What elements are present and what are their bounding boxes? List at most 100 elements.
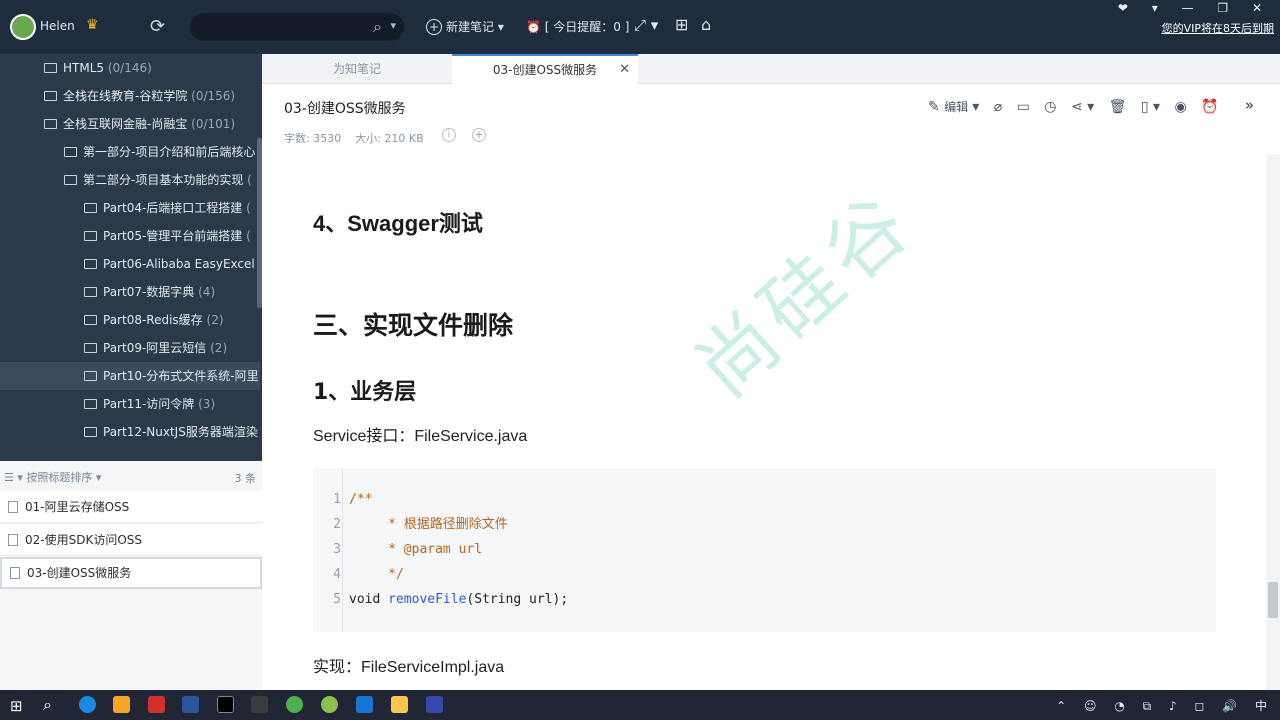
username[interactable]: Helen [40, 19, 75, 33]
tree-item-count: (2) [206, 313, 224, 327]
reminder-icon[interactable]: ⏰ [1201, 99, 1218, 115]
windows-start-icon[interactable]: ⊞ [10, 697, 23, 715]
weibo-icon[interactable]: ◉ [1174, 99, 1186, 115]
home-icon[interactable]: ⌂ [701, 15, 711, 34]
tree-item[interactable]: Part12-NuxtJS服务器端渲染 [84, 418, 260, 446]
line-number: 5 [333, 592, 341, 607]
code-block[interactable]: 1 /** 2 * 根据路径删除文件 3 * @param url 4 */ 5v… [313, 468, 1216, 632]
note-title[interactable]: 03-创建OSS微服务 [284, 98, 406, 118]
list-item-selected[interactable]: 03-创建OSS微服务 [0, 557, 262, 589]
more-icon[interactable]: » [1245, 96, 1254, 114]
read-mode-icon[interactable]: ▯ ▾ [1141, 99, 1160, 115]
app-icon[interactable] [148, 696, 165, 713]
code-line: 3 * @param url [313, 538, 482, 562]
reminder-button[interactable]: ⏰ [ 今日提醒：0 ] [526, 18, 629, 35]
tab-current-note[interactable]: 03-创建OSS微服务 ✕ [452, 54, 638, 84]
tree-item-count: (0/156) [191, 89, 236, 103]
add-tag-icon[interactable]: + [472, 128, 486, 142]
tree-item[interactable]: Part04-后端接口工程搭建 ( [84, 194, 260, 222]
code-line: 1 /** [313, 488, 372, 512]
folder-icon [84, 203, 97, 213]
tree-item-label: Part08-Redis缓存 [103, 313, 203, 327]
tree-item[interactable]: Part08-Redis缓存 (2) [84, 306, 224, 334]
window-controls[interactable]: ❤ ▾ — ❐ ✕ [1118, 1, 1272, 15]
share-icon[interactable]: ⋖ ▾ [1071, 99, 1094, 115]
history-icon[interactable]: ◷ [1044, 99, 1056, 115]
chrome-icon[interactable] [286, 696, 303, 713]
tree-item-count: (3) [198, 397, 216, 411]
new-note-button[interactable]: + 新建笔记 ▾ [426, 18, 504, 35]
app-icon[interactable] [113, 696, 130, 713]
list-item[interactable]: 01-阿里云存储OSS [0, 491, 262, 523]
tree-item-label: 第二部分-项目基本功能的实现 [83, 173, 244, 187]
tree-item-label: Part10-分布式文件系统-阿里 [103, 369, 259, 383]
list-item[interactable]: 02-使用SDK访问OSS [0, 524, 262, 556]
app-window: Helen ♛ ⟳ ⌕ ▾ + 新建笔记 ▾ ⏰ [ 今日提醒：0 ] ⤢ ▾ ⊞… [0, 0, 1280, 720]
scrollbar-thumb[interactable] [1268, 582, 1278, 618]
vscode-icon[interactable] [356, 696, 373, 713]
search-icon[interactable]: ⌕ [373, 17, 382, 37]
tree-item[interactable]: Part11-访问令牌 (3) [84, 390, 215, 418]
intellij-icon[interactable] [217, 696, 234, 713]
app-icon[interactable] [426, 696, 443, 713]
tree-item[interactable]: 第二部分-项目基本功能的实现 ( [64, 166, 260, 194]
tree-item-count: (4) [198, 285, 216, 299]
word-icon[interactable] [182, 696, 199, 713]
system-tray[interactable]: ⌃ ☺ ◔ ⧉ ♪ ◻ 🔊 中 [1056, 697, 1274, 714]
code-text: /** [349, 492, 373, 507]
folder-tree: HTML5 (0/146) 全栈在线教育-谷粒学院 (0/156) 全栈互联网金… [0, 54, 262, 459]
edit-button[interactable]: ✎ 编辑 ▾ [928, 98, 979, 115]
avatar[interactable] [10, 14, 36, 40]
expand-icon[interactable]: ⤢ ▾ [634, 16, 658, 34]
apps-grid-icon[interactable]: ⊞ [675, 15, 688, 34]
tree-item[interactable]: 全栈在线教育-谷粒学院 (0/156) [44, 82, 235, 110]
tree-item[interactable]: Part07-数据字典 (4) [84, 278, 215, 306]
close-icon[interactable]: ✕ [619, 56, 630, 84]
sort-dropdown[interactable]: ☰ ▾ 按照标题排序 ▾ [4, 469, 101, 485]
search-box[interactable]: ⌕ ▾ [190, 13, 404, 41]
terminal-icon[interactable] [251, 696, 268, 713]
tree-item[interactable]: HTML5 (0/146) [44, 54, 152, 82]
tree-item[interactable]: Part06-Alibaba EasyExcel ( [84, 250, 260, 278]
folder-icon [84, 315, 97, 325]
comment-icon[interactable]: ▭ [1017, 99, 1030, 115]
service-interface-line: Service接口：FileService.java [313, 428, 528, 445]
content-scrollbar[interactable] [1266, 154, 1280, 690]
tab-wiznote[interactable]: 为知笔记 [262, 54, 452, 84]
tree-item-label: Part05-管理平台前端搭建 [103, 229, 243, 243]
chevron-down-icon[interactable]: ▾ [390, 19, 396, 32]
folder-icon [44, 63, 57, 73]
tree-item-active[interactable]: Part10-分布式文件系统-阿里 [0, 362, 260, 390]
tree-item-label: Part07-数据字典 [103, 285, 195, 299]
folder-icon [84, 259, 97, 269]
info-icon[interactable]: i [442, 128, 456, 142]
tree-item[interactable]: Part09-阿里云短信 (2) [84, 334, 227, 362]
search-icon[interactable]: ⌕ [43, 695, 52, 715]
code-text: * @param url [349, 542, 483, 557]
folder-icon [84, 231, 97, 241]
note-list: ☰ ▾ 按照标题排序 ▾ 3 条 01-阿里云存储OSS 02-使用SDK访问O… [0, 461, 262, 690]
folder-icon [84, 287, 97, 297]
note-count: 3 条 [234, 472, 257, 485]
folder-icon [84, 371, 97, 381]
tree-item-label: 全栈在线教育-谷粒学院 [63, 89, 188, 103]
browser-icon[interactable] [79, 696, 96, 713]
tree-item-label: 第一部分-项目介绍和前后端核心 [83, 145, 256, 159]
tree-item[interactable]: 全栈互联网金融-尚融宝 (0/101) [44, 110, 235, 138]
file-size: 大小: 210 KB [355, 132, 424, 145]
attachment-icon[interactable]: ⌀ [994, 99, 1002, 115]
note-content[interactable]: 尚硅谷 4、Swagger测试 三、实现文件删除 1、业务层 Service接口… [262, 154, 1266, 690]
sidebar: HTML5 (0/146) 全栈在线教育-谷粒学院 (0/156) 全栈互联网金… [0, 54, 262, 690]
new-note-label: 新建笔记 [446, 20, 495, 34]
note-header: 03-创建OSS微服务 字数: 3530 大小: 210 KB i + ✎ 编辑 ▾… [262, 84, 1280, 154]
delete-icon[interactable]: 🗑 [1109, 99, 1127, 115]
app-icon[interactable] [321, 696, 338, 713]
folder-icon[interactable] [391, 696, 408, 713]
tree-item[interactable]: Part05-管理平台前端搭建 ( [84, 222, 260, 250]
tree-item[interactable]: 第一部分-项目介绍和前后端核心 [64, 138, 256, 166]
sync-icon[interactable]: ⟳ [150, 16, 165, 37]
vip-notice-link[interactable]: 您的VIP将在8天后到期 [1162, 20, 1274, 36]
edit-label: 编辑 [944, 100, 969, 114]
crown-icon[interactable]: ♛ [86, 17, 99, 33]
taskbar: ⊞ ⌕ ⌃ ☺ ◔ ⧉ ♪ ◻ 🔊 中 [0, 690, 1280, 720]
